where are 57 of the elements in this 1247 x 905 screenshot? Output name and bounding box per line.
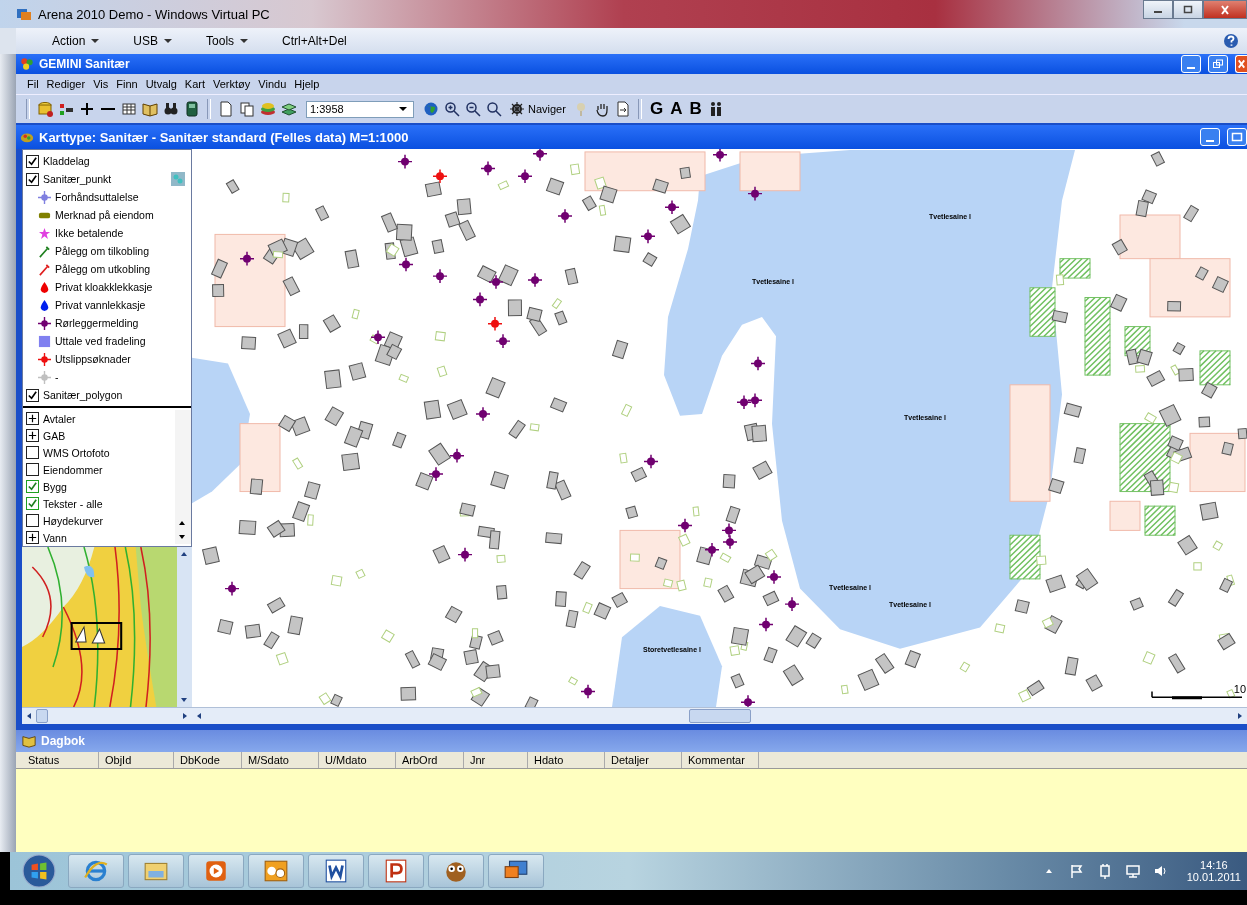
column-header[interactable]: Detaljer [605, 752, 682, 768]
column-header[interactable]: Status [22, 752, 99, 768]
layer-name[interactable]: Kladdelag [43, 155, 90, 167]
layer-name[interactable]: Vann [43, 531, 67, 544]
layer-name[interactable]: Sanitær_polygon [43, 389, 123, 401]
column-header[interactable]: Jnr [464, 752, 528, 768]
layer-name[interactable]: Sanitær_punkt [43, 173, 112, 185]
menu-item[interactable]: Finn [113, 77, 141, 91]
column-header[interactable]: ArbOrd [396, 752, 464, 768]
menu-item[interactable]: Kart [181, 77, 208, 91]
window-title: Arena 2010 Demo - Windows Virtual PC [38, 6, 270, 22]
scale-dropdown[interactable]: 1:3958 [306, 100, 414, 118]
scale-label: 10 [1233, 683, 1246, 696]
column-header[interactable]: Hdato [528, 752, 605, 768]
column-header[interactable]: M/Sdato [242, 752, 319, 768]
column-header[interactable]: Kommentar [682, 752, 759, 768]
layer-name[interactable]: Eiendommer [43, 463, 103, 476]
letter-button[interactable]: G [646, 99, 667, 119]
layer-name[interactable]: Tekster - alle [43, 497, 103, 510]
legend-label: Utslippsøknader [55, 353, 131, 365]
menu-item[interactable]: Fil [24, 77, 42, 91]
clock-date[interactable]: 10.01.2011 [1186, 871, 1241, 883]
legend-label: Privat kloakklekkasje [55, 281, 153, 293]
navigate-button[interactable]: Naviger [505, 101, 570, 117]
layer-name[interactable]: Høydekurver [43, 514, 104, 527]
layer-name[interactable]: WMS Ortofoto [43, 446, 110, 459]
column-header[interactable]: DbKode [174, 752, 242, 768]
column-header[interactable]: U/Mdato [319, 752, 396, 768]
menu-item[interactable]: Ctrl+Alt+Del [276, 32, 353, 50]
menu-item[interactable]: Tools [200, 32, 255, 50]
legend-label: Privat vannlekkasje [55, 299, 146, 311]
legend-label: Forhåndsuttalelse [55, 191, 139, 203]
legend-label: Pålegg om utkobling [55, 263, 151, 275]
legend-label: Ikke betalende [55, 227, 124, 239]
menu-item[interactable]: Utvalg [142, 77, 180, 91]
legend-label: Merknad på eiendom [55, 209, 154, 221]
menu-item[interactable]: Vindu [255, 77, 290, 91]
letter-button[interactable]: A [667, 99, 686, 119]
layer-name[interactable]: Avtaler [43, 412, 76, 425]
legend-label: Pålegg om tilkobling [55, 245, 149, 257]
letter-button[interactable]: B [686, 99, 705, 119]
legend-label: - [55, 371, 59, 383]
app-title: GEMINI Sanitær [39, 57, 130, 71]
log-title: Dagbok [41, 734, 85, 748]
menu-item[interactable]: Hjelp [291, 77, 323, 91]
map-window-title: Karttype: Sanitær - Sanitær standard (Felles data) M=1:1000 [39, 129, 409, 145]
menu-item[interactable]: Action [46, 32, 106, 50]
clock-time[interactable]: 14:16 [1200, 859, 1228, 871]
menu-item[interactable]: USB [127, 32, 179, 50]
layer-name[interactable]: Bygg [43, 480, 67, 493]
legend-label: Rørleggermelding [55, 317, 139, 329]
layer-name[interactable]: GAB [43, 429, 66, 442]
menu-item[interactable]: Verktøy [210, 77, 254, 91]
menu-item[interactable]: Rediger [43, 77, 89, 91]
column-header[interactable]: ObjId [99, 752, 174, 768]
legend-label: Uttale ved fradeling [55, 335, 146, 347]
menu-item[interactable]: Vis [90, 77, 112, 91]
